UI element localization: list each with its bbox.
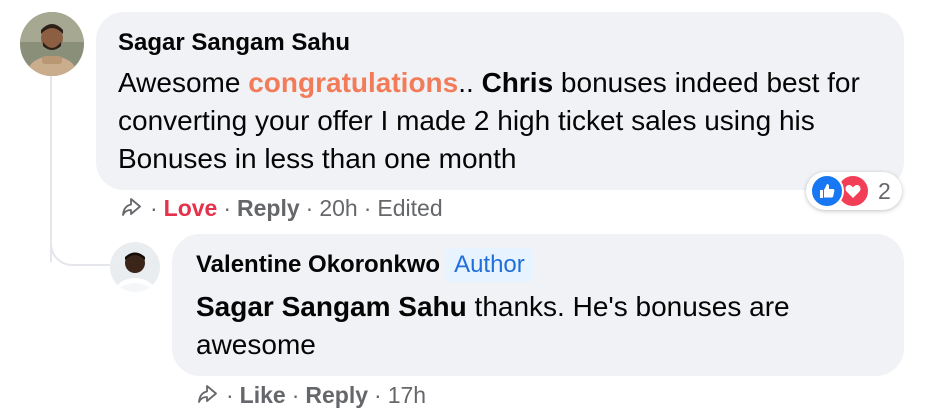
edited-label[interactable]: Edited (377, 195, 442, 222)
share-icon[interactable] (120, 196, 144, 220)
reply-author-line: Valentine Okoronkwo Author (196, 248, 882, 282)
thread-connector (50, 236, 110, 266)
like-reaction-icon (810, 174, 844, 208)
reply-button[interactable]: Reply (305, 382, 368, 409)
thread-line (50, 76, 52, 262)
separator: · (150, 194, 158, 221)
reply-timestamp[interactable]: 17h (388, 382, 426, 409)
separator: · (223, 194, 232, 221)
comment-bubble: Sagar Sangam Sahu Awesome congratulation… (96, 12, 904, 190)
like-button[interactable]: Like (240, 382, 286, 409)
avatar-valentine[interactable] (110, 242, 160, 292)
reply-author-name[interactable]: Valentine Okoronkwo (196, 251, 440, 278)
separator: · (363, 194, 372, 221)
separator: · (374, 381, 382, 408)
comment-text-part1: Awesome (118, 67, 249, 98)
reaction-summary[interactable]: 2 (806, 172, 902, 210)
comment-text-part2: .. (458, 67, 482, 98)
share-icon[interactable] (196, 383, 220, 407)
comment-actions: · Love · Reply · 20h · Edited (120, 192, 443, 224)
reaction-count: 2 (878, 177, 891, 204)
avatar-image (20, 12, 84, 76)
separator: · (305, 194, 314, 221)
avatar-sagar[interactable] (20, 12, 84, 76)
comment-timestamp[interactable]: 20h (319, 195, 357, 222)
separator: · (226, 381, 234, 408)
separator: · (291, 381, 300, 408)
love-reaction-button[interactable]: Love (164, 195, 218, 222)
reply-text: Sagar Sangam Sahu thanks. He's bonuses a… (196, 288, 882, 364)
reply-button[interactable]: Reply (237, 195, 300, 222)
author-badge: Author (446, 248, 533, 282)
comment-author-name[interactable]: Sagar Sangam Sahu (118, 28, 882, 58)
comment-highlight-word: congratulations (248, 67, 459, 98)
comment-text: Awesome congratulations.. Chris bonuses … (118, 64, 882, 178)
reply-mention[interactable]: Sagar Sangam Sahu (196, 291, 467, 322)
reply-bubble: Valentine Okoronkwo Author Sagar Sangam S… (172, 234, 904, 376)
avatar-image (110, 242, 160, 292)
comment-bold-name: Chris (481, 67, 554, 98)
reply-actions: · Like · Reply · 17h (196, 380, 426, 410)
